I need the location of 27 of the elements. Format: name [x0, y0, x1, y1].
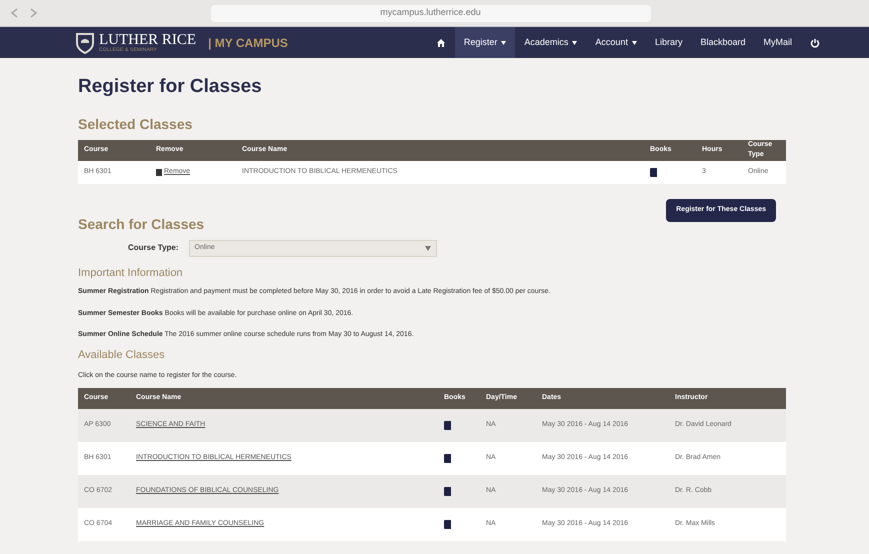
book-icon	[444, 520, 451, 528]
nav-link[interactable]: MyMail	[754, 27, 801, 58]
home-icon	[436, 38, 446, 48]
nav-menu[interactable]: Academics	[515, 27, 586, 58]
book-icon	[444, 454, 451, 462]
address-bar[interactable]: mycampus.lutherrice.edu	[210, 4, 650, 22]
section-heading: Available Classes	[78, 348, 166, 362]
power-icon	[810, 38, 820, 48]
shield-logo-icon	[75, 32, 95, 54]
section-heading: Important Information	[78, 266, 184, 280]
book-icon	[444, 420, 451, 430]
caret-icon	[632, 40, 637, 44]
dropdown-arrow-icon	[424, 246, 431, 250]
portal-name: | MY CAMPUS	[208, 34, 288, 52]
nav-menu[interactable]: Account	[586, 27, 646, 58]
field-label: Course Type:	[128, 242, 179, 254]
caret-icon	[572, 40, 578, 44]
book-icon	[444, 486, 451, 496]
nav-menu[interactable]: Register	[454, 27, 516, 58]
logo-name: LUTHER RICE	[99, 32, 196, 48]
section-heading: Selected Classes	[78, 114, 194, 134]
page-title: Register for Classes	[78, 75, 263, 99]
section-heading: Search for Classes	[78, 214, 206, 234]
nav-link[interactable]: Library	[646, 27, 692, 58]
book-icon	[650, 168, 657, 176]
caret-icon	[501, 40, 506, 44]
nav-link[interactable]: Blackboard	[691, 27, 754, 58]
